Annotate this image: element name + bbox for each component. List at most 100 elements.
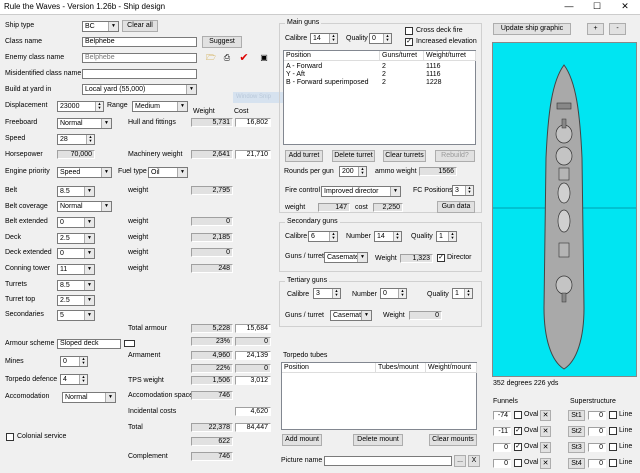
oval-checkbox[interactable] <box>514 459 522 467</box>
main-guns-table[interactable]: Position Guns/turret Weight/turret A - F… <box>283 50 476 145</box>
spinner-arrows-icon[interactable]: ▲ ▼ <box>465 186 473 195</box>
fire-control-select[interactable]: Improved director ▼ <box>321 186 401 197</box>
gun-data-button[interactable]: Gun data <box>437 201 475 213</box>
colonial-service-checkbox[interactable] <box>6 433 14 441</box>
remove-funnel-button[interactable]: ✕ <box>540 442 551 453</box>
belt-extended-select[interactable]: 0 ▼ <box>57 217 95 228</box>
minimize-button[interactable]: — <box>556 1 582 12</box>
spinner-arrows-icon[interactable]: ▲ ▼ <box>79 357 87 366</box>
secondaries-select[interactable]: 5 ▼ <box>57 310 95 321</box>
clear-picture-button[interactable]: X <box>468 455 480 467</box>
main-calibre-input[interactable]: 14 ▲ ▼ <box>310 33 338 44</box>
save-icon[interactable]: ▣ <box>258 52 270 64</box>
secondary-number-input[interactable]: 14 ▲ ▼ <box>374 231 402 242</box>
class-name-input[interactable]: Belphebe <box>82 37 197 47</box>
spinner-arrows-icon[interactable]: ▲ ▼ <box>358 167 366 176</box>
line-checkbox[interactable] <box>609 411 617 419</box>
remove-funnel-button[interactable]: ✕ <box>540 410 551 421</box>
superstructure-button[interactable]: St2 <box>568 426 585 437</box>
add-turret-button[interactable]: Add turret <box>285 150 323 162</box>
turret-top-select[interactable]: 2.5 ▼ <box>57 295 95 306</box>
deck-extended-select[interactable]: 0 ▼ <box>57 248 95 259</box>
zoom-in-button[interactable]: + <box>587 23 604 35</box>
spinner-arrows-icon[interactable]: ▲ ▼ <box>329 34 337 43</box>
misidentified-input[interactable] <box>82 69 197 79</box>
belt-coverage-select[interactable]: Normal ▼ <box>57 201 112 212</box>
delete-mount-button[interactable]: Delete mount <box>353 434 403 446</box>
line-checkbox[interactable] <box>609 427 617 435</box>
line-checkbox[interactable] <box>609 459 617 467</box>
secondary-guns-turret-select[interactable]: Casemate ▼ <box>324 252 368 263</box>
build-yard-select[interactable]: Local yard (55,000) ▼ <box>82 84 197 95</box>
speed-input[interactable]: 28 ▲ ▼ <box>57 134 95 145</box>
col-weight-mount[interactable]: Weight/mount <box>426 363 477 373</box>
director-checkbox[interactable]: ✓ <box>437 254 445 262</box>
funnel-pos-value[interactable]: -74 <box>493 411 511 420</box>
spinner-arrows-icon[interactable]: ▲ ▼ <box>329 232 337 241</box>
rebuild-button[interactable]: Rebuild? <box>435 150 475 162</box>
zoom-out-button[interactable]: - <box>609 23 626 35</box>
engine-select[interactable]: Speed ▼ <box>57 167 112 178</box>
tertiary-guns-turret-select[interactable]: Casemate ▼ <box>330 310 372 321</box>
browse-button[interactable]: ... <box>454 455 466 467</box>
superstructure-value[interactable]: 0 <box>588 411 606 420</box>
accomodation-select[interactable]: Normal ▼ <box>62 392 116 403</box>
delete-turret-button[interactable]: Delete turret <box>332 150 375 162</box>
maximize-button[interactable]: ☐ <box>584 1 610 12</box>
deck-select[interactable]: 2.5 ▼ <box>57 233 95 244</box>
tertiary-calibre-input[interactable]: 3 ▲ ▼ <box>313 288 341 299</box>
cross-deck-checkbox[interactable] <box>405 27 413 35</box>
superstructure-button[interactable]: St1 <box>568 410 585 421</box>
range-select[interactable]: Medium ▼ <box>132 101 188 112</box>
open-folder-icon[interactable]: 🗁 <box>205 52 217 64</box>
line-checkbox[interactable] <box>609 443 617 451</box>
armour-scheme-input[interactable]: Sloped deck <box>57 339 121 349</box>
belt-select[interactable]: 8.5 ▼ <box>57 186 95 197</box>
rounds-input[interactable]: 200 ▲ ▼ <box>339 166 367 177</box>
checkmark-icon[interactable]: ✔ <box>238 52 250 64</box>
secondary-quality-input[interactable]: 1 ▲ ▼ <box>436 231 457 242</box>
torpedo-tubes-table[interactable]: Position Tubes/mount Weight/mount <box>281 362 477 430</box>
main-quality-input[interactable]: 0 ▲ ▼ <box>369 33 392 44</box>
close-button[interactable]: ✕ <box>612 1 638 12</box>
update-ship-graphic-button[interactable]: Update ship graphic <box>493 23 571 35</box>
remove-funnel-button[interactable]: ✕ <box>540 458 551 469</box>
ship-type-select[interactable]: BC ▼ <box>82 21 119 32</box>
turrets-select[interactable]: 8.5 ▼ <box>57 280 95 291</box>
funnel-pos-value[interactable]: 0 <box>493 443 511 452</box>
fuel-select[interactable]: Oil ▼ <box>148 167 188 178</box>
funnel-pos-value[interactable]: -11 <box>493 427 511 436</box>
oval-checkbox[interactable]: ✓ <box>514 443 522 451</box>
armour-scheme-icon[interactable] <box>124 340 135 347</box>
remove-funnel-button[interactable]: ✕ <box>540 426 551 437</box>
col-position[interactable]: Position <box>284 51 380 61</box>
spinner-arrows-icon[interactable]: ▲ ▼ <box>448 232 456 241</box>
displacement-input[interactable]: 23000 ▲ ▼ <box>57 101 104 112</box>
secondary-calibre-input[interactable]: 6 ▲ ▼ <box>308 231 338 242</box>
tertiary-number-input[interactable]: 0 ▲ ▼ <box>380 288 407 299</box>
spinner-arrows-icon[interactable]: ▲ ▼ <box>79 375 87 384</box>
torpedo-defence-input[interactable]: 4 ▲ ▼ <box>60 374 88 385</box>
superstructure-value[interactable]: 0 <box>588 443 606 452</box>
col-tubes-mount[interactable]: Tubes/mount <box>376 363 426 373</box>
oval-checkbox[interactable] <box>514 411 522 419</box>
picture-name-input[interactable] <box>324 456 452 466</box>
col-weight-turret[interactable]: Weight/turret <box>424 51 476 61</box>
enemy-class-input[interactable]: Belphebe <box>82 53 197 63</box>
spinner-arrows-icon[interactable]: ▲ ▼ <box>95 102 103 111</box>
superstructure-value[interactable]: 0 <box>588 459 606 468</box>
clear-mounts-button[interactable]: Clear mounts <box>429 434 477 446</box>
superstructure-button[interactable]: St4 <box>568 458 585 469</box>
freeboard-select[interactable]: Normal ▼ <box>57 118 112 129</box>
spinner-arrows-icon[interactable]: ▲ ▼ <box>398 289 406 298</box>
print-icon[interactable]: ⎙ <box>221 52 233 64</box>
tertiary-quality-input[interactable]: 1 ▲ ▼ <box>452 288 473 299</box>
spinner-arrows-icon[interactable]: ▲ ▼ <box>393 232 401 241</box>
funnel-pos-value[interactable]: 0 <box>493 459 511 468</box>
spinner-arrows-icon[interactable]: ▲ ▼ <box>383 34 391 43</box>
col-guns-turret[interactable]: Guns/turret <box>380 51 424 61</box>
fc-positions-input[interactable]: 3 ▲ ▼ <box>452 185 474 196</box>
oval-checkbox[interactable]: ✓ <box>514 427 522 435</box>
clear-all-button[interactable]: Clear all <box>122 20 158 32</box>
ship-graphic-canvas[interactable] <box>492 42 637 377</box>
